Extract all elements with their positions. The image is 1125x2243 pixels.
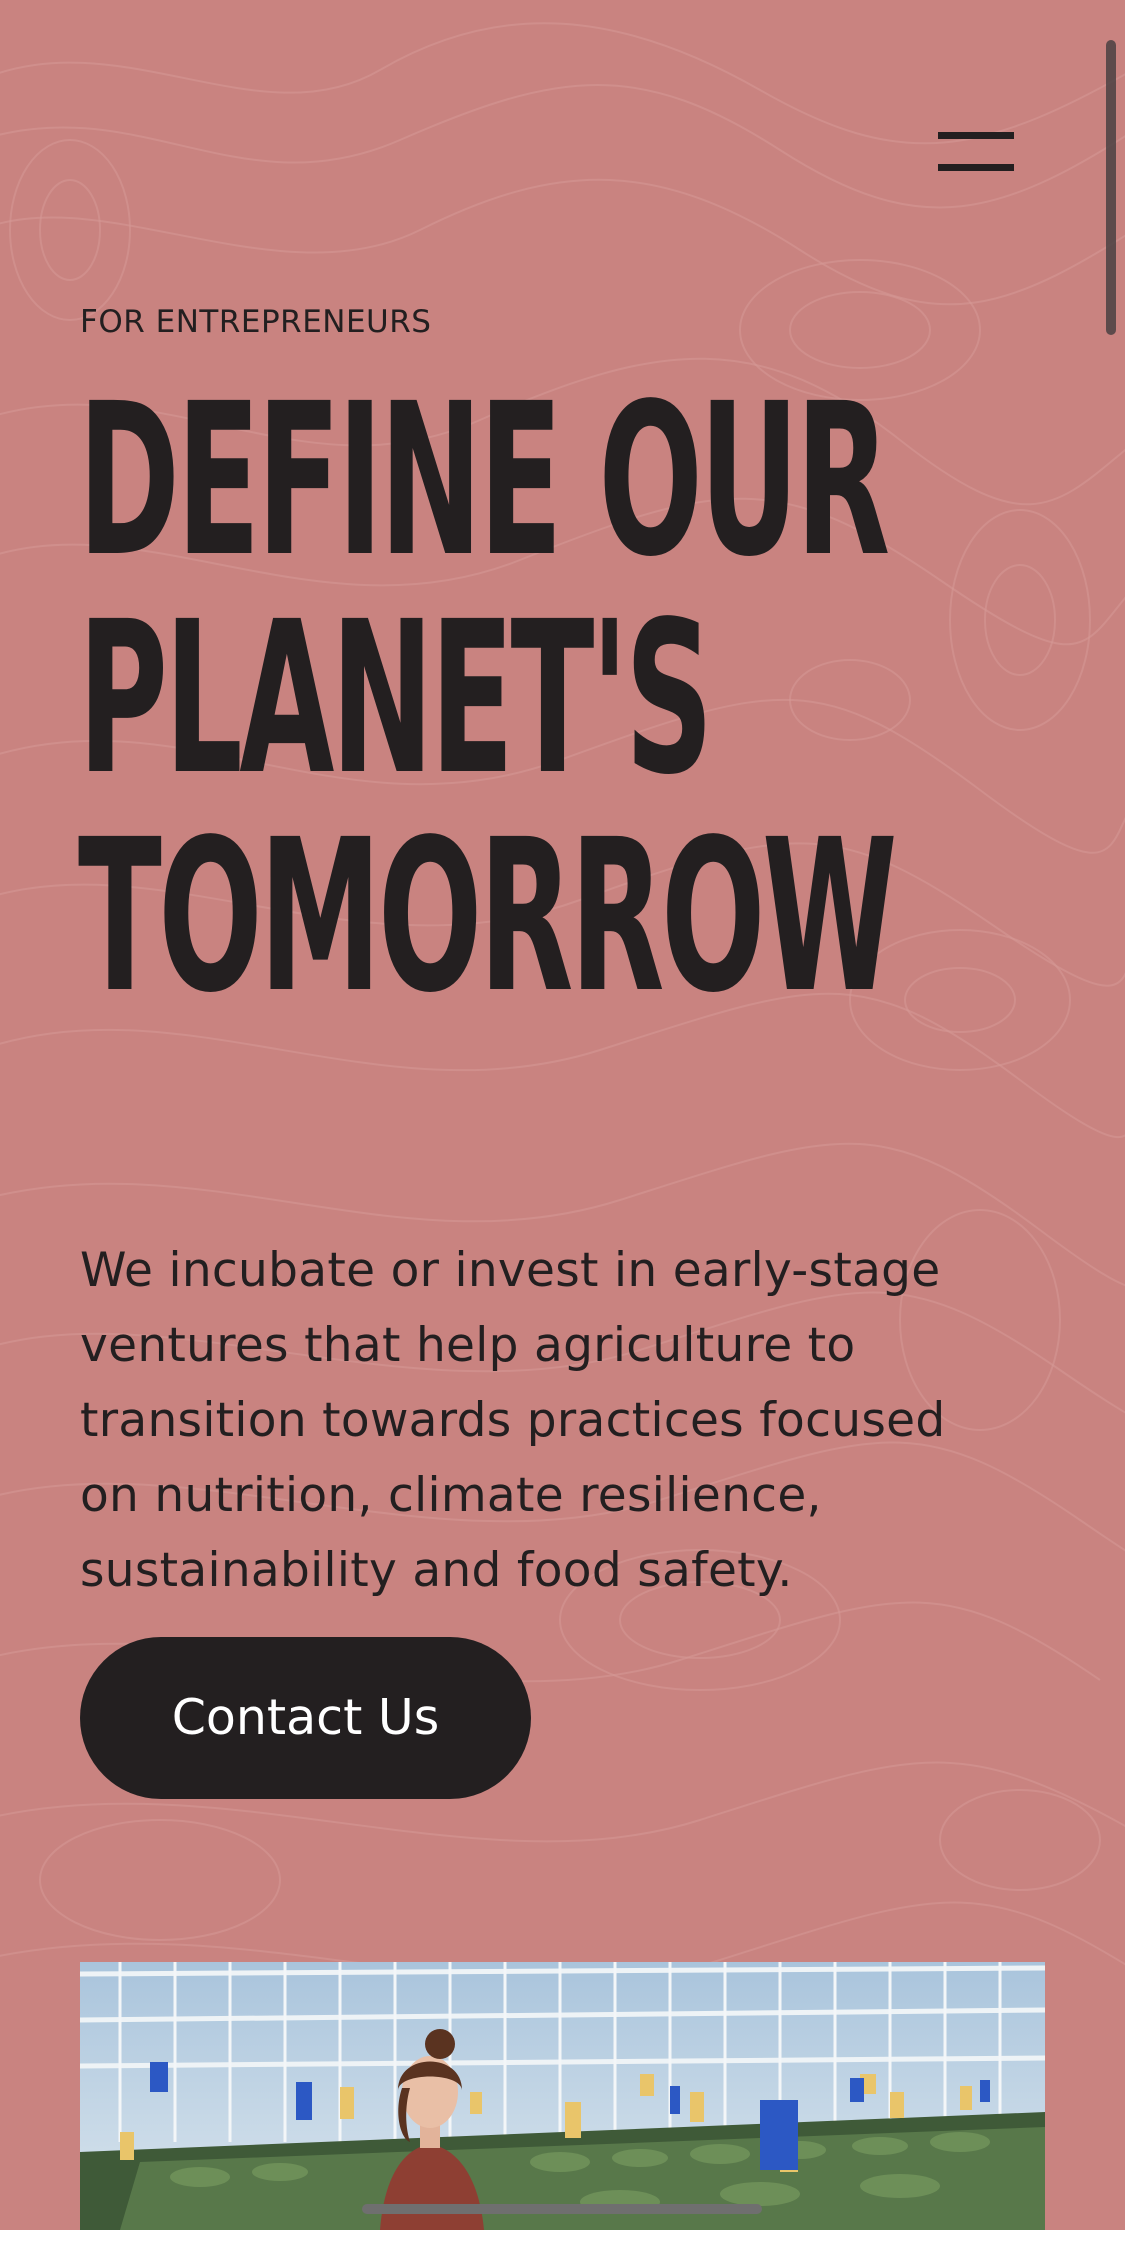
hero-section: FOR ENTREPRENEURS DEFINE OUR PLANET'S TO… <box>0 0 1125 2230</box>
intro-line: ventures that help agriculture to <box>80 1318 856 1373</box>
intro-line: sustainability and food safety. <box>80 1543 793 1598</box>
intro-line: transition towards practices focused <box>80 1393 946 1448</box>
home-indicator[interactable] <box>362 2204 762 2214</box>
intro-paragraph: We incubate or invest in early-stage ven… <box>80 1233 1040 1608</box>
menu-button[interactable] <box>936 118 1016 172</box>
hero-headline: DEFINE OUR PLANET'S TOMORROW <box>78 372 1125 1026</box>
intro-line: on nutrition, climate resilience, <box>80 1468 822 1523</box>
intro-line: We incubate or invest in early-stage <box>80 1243 941 1298</box>
headline-line: TOMORROW <box>78 794 897 1039</box>
page-scrollbar[interactable] <box>1106 40 1116 335</box>
eyebrow-label: FOR ENTREPRENEURS <box>80 304 432 340</box>
hamburger-menu-icon <box>938 126 1014 171</box>
greenhouse-photo <box>80 1962 1045 2230</box>
headline-line: DEFINE OUR <box>78 358 890 603</box>
headline-line: PLANET'S <box>78 576 713 821</box>
contact-us-button[interactable]: Contact Us <box>80 1637 531 1799</box>
